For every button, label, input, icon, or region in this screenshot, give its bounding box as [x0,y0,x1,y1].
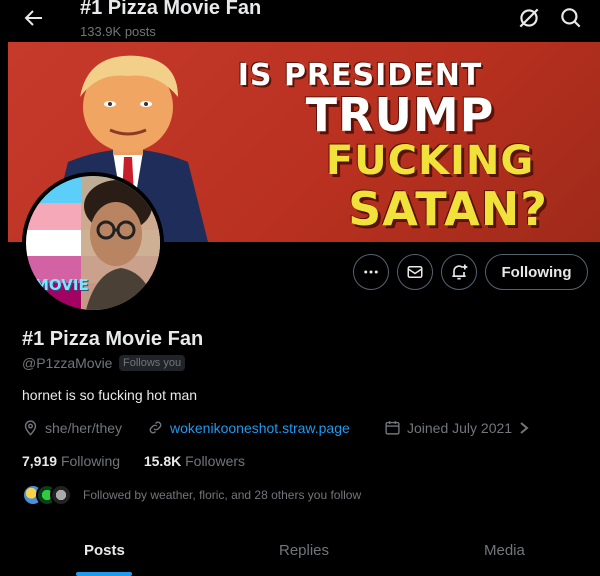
link-icon [149,421,162,434]
profile-header: #1 Pizza Movie Fan 133.9K posts [0,0,600,42]
following-button[interactable]: Following [485,254,588,290]
website-item[interactable]: wokenikooneshot.straw.page [147,419,350,436]
chevron-right-icon [520,421,529,434]
banner-line-2: TRUMP [305,88,495,142]
avatar-image: MOVIE [26,176,160,310]
followed-by-text[interactable]: Followed by weather, floric, and 28 othe… [83,488,361,502]
message-button[interactable] [397,254,433,290]
banner-line-4: SATAN? [348,182,548,236]
joined-text: Joined July 2021 [407,419,513,436]
profile-name: #1 Pizza Movie Fan [22,328,204,350]
followers-stat[interactable]: 15.8K Followers [144,453,245,469]
followed-by-avatars[interactable] [22,484,72,506]
follows-you-badge: Follows you [119,355,186,371]
back-arrow-icon[interactable] [20,6,48,30]
more-options-button[interactable] [353,254,389,290]
joined-item[interactable]: Joined July 2021 [384,419,530,436]
tab-posts[interactable]: Posts [84,542,125,559]
profile-bio: hornet is so fucking hot man [22,387,198,403]
website-link[interactable]: wokenikooneshot.straw.page [170,420,350,436]
tab-media[interactable]: Media [484,542,525,559]
follower-avatar-3 [50,484,72,506]
banner-line-3: FUCKING [325,138,535,184]
calendar-icon [385,421,400,435]
profile-handle: @P1zzaMovie [22,355,113,371]
followers-count: 15.8K [143,453,182,469]
following-count: 7,919 [22,453,58,469]
follow-stats: 7,919 Following 15.8K Followers [22,453,245,469]
avatar-logo-text: MOVIE [34,276,89,294]
more-dots-icon [364,270,378,274]
following-stat[interactable]: 7,919 Following [22,453,120,469]
post-count: 133.9K posts [80,24,156,39]
active-tab-indicator [76,572,132,576]
notifications-button[interactable] [441,254,477,290]
avatar[interactable]: MOVIE [22,172,164,314]
header-title: #1 Pizza Movie Fan [80,0,262,19]
grok-icon[interactable] [516,5,542,31]
following-label: Following [60,453,121,469]
search-icon[interactable] [558,5,584,31]
pronouns-text: she/her/they [45,419,123,436]
pronouns-item: she/her/they [22,419,122,436]
profile-tabs: Posts Replies Media [0,530,600,576]
location-pin-icon [24,420,37,436]
tab-replies[interactable]: Replies [279,542,329,559]
followers-label: Followers [185,453,246,469]
bell-plus-icon [452,264,468,280]
envelope-icon [407,266,423,278]
